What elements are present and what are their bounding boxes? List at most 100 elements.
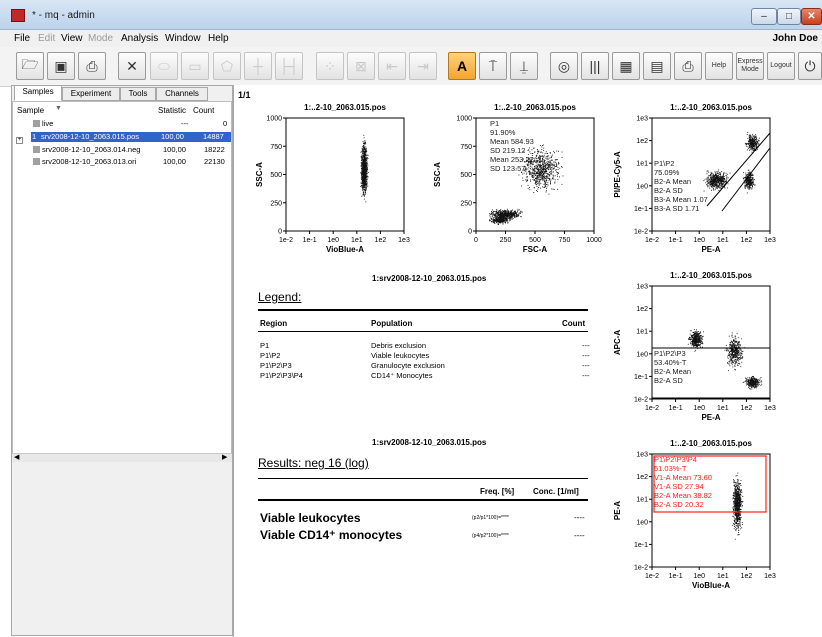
col-header-count[interactable]: Count [193, 106, 214, 115]
delete-button[interactable]: ✕ [118, 52, 146, 80]
data-dot [716, 184, 718, 186]
interval-gate-button[interactable]: ├┤ [275, 52, 303, 80]
printer2-button[interactable]: ⎙ [674, 52, 702, 80]
panel-button[interactable]: ▤ [643, 52, 671, 80]
data-dot [546, 158, 548, 160]
sample-row[interactable]: srv2008-12-10_2063.014.neg 100,00 18222 [13, 145, 231, 155]
close-button[interactable]: ✕ [801, 8, 822, 25]
data-dot [535, 177, 537, 179]
import-button[interactable]: ⇤ [378, 52, 406, 80]
save-button[interactable]: ▣ [47, 52, 75, 80]
data-dot [714, 174, 716, 176]
rect-gate-button[interactable]: ▭ [181, 52, 209, 80]
quadrant-gate-button[interactable]: ┼ [244, 52, 272, 80]
data-dot [549, 160, 551, 162]
barcode-button[interactable]: ||| [581, 52, 609, 80]
power-button[interactable]: ⏻ [798, 52, 822, 80]
data-dot [736, 358, 738, 360]
tube-button[interactable]: ⍑ [479, 52, 507, 80]
data-dot [365, 166, 366, 168]
remove-plot-button[interactable]: ⊠ [347, 52, 375, 80]
open-folder-button[interactable]: 🗁 [16, 52, 44, 80]
data-dot [362, 150, 364, 151]
data-dot [699, 331, 701, 333]
tab-channels[interactable]: Channels [156, 87, 208, 101]
maximize-button[interactable]: □ [777, 8, 801, 25]
data-dot [719, 178, 721, 180]
export-button[interactable]: ⇥ [409, 52, 437, 80]
data-dot [699, 337, 701, 339]
data-dot [364, 190, 366, 191]
data-dot [705, 182, 707, 184]
scroll-left-icon[interactable]: ◀ [14, 453, 19, 461]
data-dot [739, 354, 741, 356]
col-header-statistic[interactable]: Statistic [158, 106, 186, 115]
data-dot [496, 219, 498, 221]
ellipse-gate-button[interactable]: ⬭ [150, 52, 178, 80]
data-dot [517, 210, 519, 211]
data-dot [715, 187, 717, 188]
x-tick-label: 1e2 [741, 405, 753, 412]
data-dot [541, 178, 543, 180]
data-dot [527, 179, 528, 181]
data-dot [727, 362, 729, 364]
col-header-sample[interactable]: Sample [17, 106, 44, 115]
horizontal-scrollbar[interactable] [12, 453, 232, 462]
sample-name: srv2008-12-10_2063.014.neg [42, 145, 141, 154]
sample-tree[interactable] [12, 101, 232, 461]
data-dot [711, 172, 713, 174]
menu-file[interactable]: File [14, 33, 30, 44]
print-button[interactable]: ⎙ [78, 52, 106, 80]
sample-row[interactable]: live --- 0 [13, 119, 231, 129]
data-dot [746, 384, 747, 386]
plot-apc-vs-pe[interactable]: 1:..2-10_2063.015.pos1e-2 1e-1 1e0 1e1 1e2 1e… [612, 268, 780, 433]
data-dot [360, 172, 361, 174]
plot-ssc-vs-vioblue[interactable]: 1:..2-10_2063.015.pos1e-2 1e-1 1e0 1e1 1e2 1e… [254, 100, 414, 265]
data-dot [535, 181, 537, 182]
data-dot [541, 170, 543, 172]
data-dot [535, 167, 537, 169]
menu-view[interactable]: View [61, 33, 83, 44]
plot-ssc-vs-fsc[interactable]: 1:..2-10_2063.015.pos0 250 500 750 100010007… [432, 100, 607, 265]
data-dot [694, 350, 696, 352]
tab-tools[interactable]: Tools [120, 87, 156, 101]
data-dot [734, 337, 736, 339]
data-dot [363, 173, 365, 175]
y-tick-label: 1e3 [636, 116, 648, 123]
menu-help[interactable]: Help [208, 33, 229, 44]
plot-pi-vs-pe[interactable]: 1:..2-10_2063.015.pos1e-2 1e-1 1e0 1e1 1e2 1e… [612, 100, 780, 265]
help-button[interactable]: Help [705, 52, 733, 80]
dot-plot-button[interactable]: ⁘ [316, 52, 344, 80]
expand-icon[interactable]: + [16, 137, 23, 144]
tube-out-icon: ⍊ [519, 57, 529, 74]
data-dot [537, 188, 539, 190]
data-dot [722, 183, 724, 184]
data-dot [364, 142, 366, 144]
data-dot [526, 176, 528, 177]
disc-button[interactable]: ◎ [550, 52, 578, 80]
data-dot [730, 350, 732, 352]
data-dot [694, 345, 696, 347]
data-dot [511, 212, 512, 214]
menu-window[interactable]: Window [165, 33, 201, 44]
minimize-button[interactable]: – [751, 8, 777, 25]
data-dot [500, 216, 502, 218]
tab-samples[interactable]: Samples [14, 85, 62, 101]
logout-button[interactable]: Logout [767, 52, 795, 80]
data-dot [548, 177, 550, 179]
menu-analysis[interactable]: Analysis [121, 33, 158, 44]
express-mode-button[interactable]: Express Mode [736, 52, 764, 80]
sample-row[interactable]: srv2008-12-10_2063.013.ori 100,00 22130 [13, 157, 231, 167]
scroll-right-icon[interactable]: ▶ [222, 453, 227, 461]
sample-row-selected[interactable]: 1 srv2008-12-10_2063.015.pos 100,00 1488… [31, 132, 231, 142]
polygon-gate-button[interactable]: ⬠ [213, 52, 241, 80]
tube-out-button[interactable]: ⍊ [510, 52, 538, 80]
data-dot [724, 187, 726, 189]
plot-pe-vs-vioblue[interactable]: 1:..2-10_2063.015.pos1e-2 1e-1 1e0 1e1 1e2 1e… [612, 436, 780, 601]
data-dot [366, 187, 367, 188]
data-dot [362, 151, 364, 153]
grid-button[interactable]: ▦ [612, 52, 640, 80]
data-dot [737, 360, 739, 361]
text-tool-button[interactable]: A [448, 52, 476, 80]
tab-experiment[interactable]: Experiment [62, 87, 120, 101]
